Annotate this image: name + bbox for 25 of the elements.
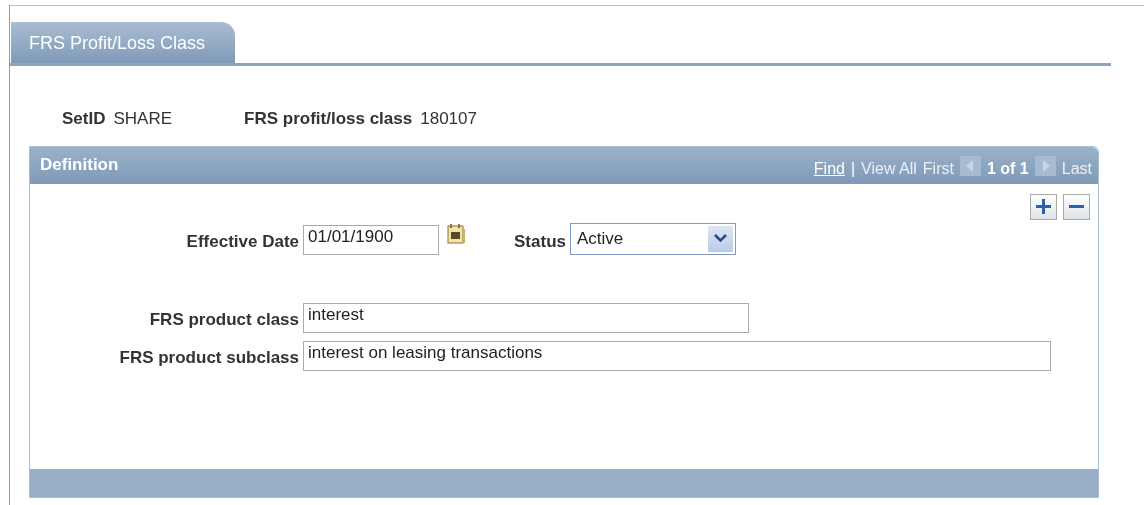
row-count: 1 of 1: [986, 159, 1029, 179]
field-label: FRS profit/loss class: [244, 108, 413, 130]
separator: |: [850, 159, 856, 179]
field-label: FRS product subclass: [118, 347, 299, 369]
panel-title: Definition: [40, 154, 119, 177]
field-value: 180107: [420, 108, 477, 130]
field-value: SHARE: [113, 108, 173, 130]
add-row-button[interactable]: [1030, 193, 1057, 220]
status-dropdown[interactable]: Active: [570, 222, 736, 255]
chevron-down-icon: [714, 234, 727, 243]
nav-link-text: View All: [861, 159, 917, 179]
field-label: FRS product class: [148, 309, 299, 331]
nav-link-text: Last: [1061, 159, 1092, 179]
field-label: Effective Date: [185, 231, 299, 253]
nav-link-text: First: [922, 159, 954, 179]
text-field[interactable]: interest on leasing transactions: [303, 340, 1051, 371]
field-label: Status: [513, 231, 566, 253]
date-field[interactable]: 01/01/1900: [303, 224, 439, 255]
text-field[interactable]: interest: [303, 302, 749, 333]
minus-icon: [1069, 205, 1084, 208]
calendar-icon[interactable]: [447, 222, 466, 245]
delete-row-button[interactable]: [1063, 193, 1090, 220]
plus-icon: [1035, 198, 1052, 215]
selected-value: Active: [577, 227, 624, 250]
field-label: SetID: [62, 108, 106, 130]
